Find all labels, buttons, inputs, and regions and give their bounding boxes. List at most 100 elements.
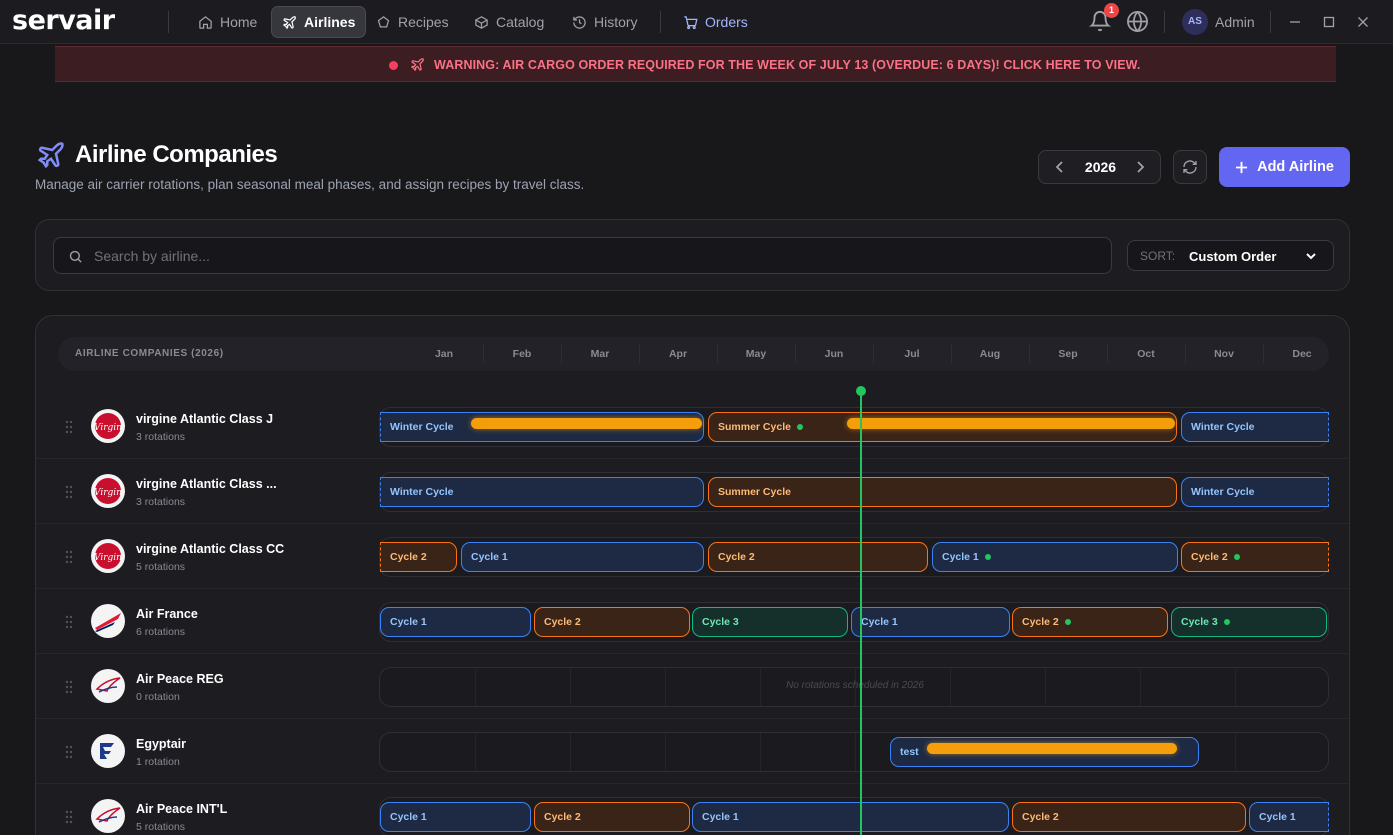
rotation-segment[interactable]: Winter Cycle bbox=[1181, 477, 1329, 507]
airline-row[interactable]: Air France 6 rotations Cycle 1 Cycle 2 C… bbox=[36, 589, 1349, 654]
plane-icon bbox=[282, 15, 296, 29]
rotation-segment[interactable]: Cycle 1 bbox=[1249, 802, 1329, 832]
airpeace-logo bbox=[91, 799, 125, 833]
rotation-segment[interactable]: Winter Cycle bbox=[380, 477, 704, 507]
home-icon bbox=[199, 15, 212, 29]
rotation-count: 5 rotations bbox=[136, 821, 186, 833]
month-divider bbox=[1029, 345, 1030, 363]
rotation-segment[interactable]: Cycle 1 bbox=[380, 607, 531, 637]
rotation-track: test bbox=[379, 732, 1329, 772]
add-airline-button[interactable]: Add Airline bbox=[1219, 147, 1350, 187]
airline-name[interactable]: Air Peace INT'L bbox=[136, 802, 227, 816]
segment-label: Cycle 3 bbox=[702, 616, 739, 628]
nav-recipes-label: Recipes bbox=[398, 14, 449, 30]
airline-name[interactable]: Air Peace REG bbox=[136, 672, 224, 686]
active-dot bbox=[1223, 619, 1230, 625]
segment-label: Cycle 1 bbox=[390, 811, 427, 823]
globe-icon[interactable] bbox=[1126, 10, 1149, 33]
drag-handle-icon[interactable] bbox=[65, 485, 73, 499]
month-divider bbox=[873, 345, 874, 363]
virgin-logo: Virgin bbox=[91, 539, 125, 573]
rotation-segment[interactable]: Cycle 1 bbox=[851, 607, 1010, 637]
airline-name[interactable]: Air France bbox=[136, 607, 198, 621]
segment-label: Winter Cycle bbox=[390, 421, 454, 433]
rotation-track: No rotations scheduled in 2026 bbox=[379, 667, 1329, 707]
rotation-segment[interactable]: Cycle 2 bbox=[1012, 802, 1246, 832]
chevron-right-icon[interactable] bbox=[1133, 159, 1147, 175]
drag-handle-icon[interactable] bbox=[65, 420, 73, 434]
rotation-segment[interactable]: Cycle 2 bbox=[708, 542, 928, 572]
airline-name[interactable]: virgine Atlantic Class CC bbox=[136, 542, 284, 556]
avatar[interactable]: AS bbox=[1182, 9, 1208, 35]
nav-home[interactable]: Home bbox=[188, 6, 267, 38]
divider bbox=[1270, 11, 1271, 33]
timeline-header: AIRLINE COMPANIES (2026) Jan Feb Mar Apr May… bbox=[58, 337, 1329, 371]
virgin-logo: Virgin bbox=[91, 474, 125, 508]
segment-label: Cycle 3 bbox=[1181, 616, 1218, 628]
progress-bar bbox=[847, 418, 1175, 429]
segment-label: Cycle 2 bbox=[1191, 551, 1228, 563]
airline-name[interactable]: Egyptair bbox=[136, 737, 186, 751]
nav-recipes[interactable]: Recipes bbox=[366, 6, 459, 38]
airline-row[interactable]: Air Peace INT'L 5 rotations Cycle 1 Cycl… bbox=[36, 784, 1349, 835]
drag-handle-icon[interactable] bbox=[65, 550, 73, 564]
rotation-count: 5 rotations bbox=[136, 561, 186, 573]
airline-row[interactable]: Virgin virgine Atlantic Class CC 5 rotat… bbox=[36, 524, 1349, 589]
nav-airlines[interactable]: Airlines bbox=[271, 6, 367, 38]
airline-row[interactable]: Virgin virgine Atlantic Class J 3 rotati… bbox=[36, 394, 1349, 459]
rotation-segment[interactable]: Summer Cycle bbox=[708, 477, 1177, 507]
month-label: Jul bbox=[904, 348, 920, 360]
month-label: May bbox=[745, 348, 767, 360]
airline-row[interactable]: Air Peace REG 0 rotation No rotations sc… bbox=[36, 654, 1349, 719]
empty-rotations-text: No rotations scheduled in 2026 bbox=[786, 680, 924, 691]
nav-history[interactable]: History bbox=[562, 6, 648, 38]
warning-banner[interactable]: WARNING: AIR CARGO ORDER REQUIRED FOR TH… bbox=[55, 46, 1336, 82]
airline-row[interactable]: Egyptair 1 rotation test bbox=[36, 719, 1349, 784]
month-label: Aug bbox=[979, 348, 1001, 360]
rotation-segment[interactable]: Cycle 3 bbox=[692, 607, 848, 637]
airline-timeline-card: AIRLINE COMPANIES (2026) Jan Feb Mar Apr May… bbox=[35, 315, 1350, 835]
user-name[interactable]: Admin bbox=[1215, 14, 1255, 30]
rotation-segment[interactable]: Cycle 1 bbox=[461, 542, 704, 572]
rotation-segment[interactable]: Cycle 1 bbox=[932, 542, 1178, 572]
maximize-icon[interactable] bbox=[1320, 13, 1338, 31]
rotation-segment[interactable]: Cycle 1 bbox=[380, 802, 531, 832]
refresh-button[interactable] bbox=[1173, 150, 1207, 184]
rotation-count: 3 rotations bbox=[136, 496, 186, 508]
nav-catalog[interactable]: Catalog bbox=[464, 6, 554, 38]
sort-select[interactable]: SORT: Custom Order bbox=[1127, 240, 1334, 271]
rotation-segment[interactable]: Cycle 2 bbox=[380, 542, 457, 572]
rotation-segment[interactable]: Cycle 3 bbox=[1171, 607, 1327, 637]
nav-orders[interactable]: Orders bbox=[673, 6, 758, 38]
rotation-count: 1 rotation bbox=[136, 756, 180, 768]
segment-label: Winter Cycle bbox=[390, 486, 454, 498]
rotation-segment[interactable]: Cycle 2 bbox=[534, 607, 690, 637]
month-label: Jan bbox=[434, 348, 454, 360]
history-icon bbox=[573, 15, 586, 29]
rotation-segment[interactable]: Cycle 1 bbox=[692, 802, 1009, 832]
close-icon[interactable] bbox=[1354, 13, 1372, 31]
search-input[interactable] bbox=[94, 238, 1094, 273]
rotation-count: 3 rotations bbox=[136, 431, 186, 443]
page-title: Airline Companies bbox=[75, 141, 278, 168]
year-selector: 2026 bbox=[1038, 150, 1161, 184]
airline-name[interactable]: virgine Atlantic Class ... bbox=[136, 477, 277, 491]
drag-handle-icon[interactable] bbox=[65, 680, 73, 694]
app-logo[interactable]: servair bbox=[12, 5, 115, 36]
airline-name[interactable]: virgine Atlantic Class J bbox=[136, 412, 273, 426]
notification-badge: 1 bbox=[1104, 3, 1119, 18]
drag-handle-icon[interactable] bbox=[65, 745, 73, 759]
plus-icon bbox=[1236, 161, 1248, 173]
rotation-segment[interactable]: Cycle 2 bbox=[1012, 607, 1168, 637]
airline-row[interactable]: Virgin virgine Atlantic Class ... 3 rota… bbox=[36, 459, 1349, 524]
rotation-segment[interactable]: Winter Cycle bbox=[1181, 412, 1329, 442]
segment-label: Cycle 1 bbox=[702, 811, 739, 823]
rotation-segment[interactable]: Cycle 2 bbox=[1181, 542, 1329, 572]
drag-handle-icon[interactable] bbox=[65, 810, 73, 824]
nav-catalog-label: Catalog bbox=[496, 14, 545, 30]
drag-handle-icon[interactable] bbox=[65, 615, 73, 629]
segment-label: Summer Cycle bbox=[718, 421, 791, 433]
divider bbox=[1164, 11, 1165, 33]
rotation-segment[interactable]: Cycle 2 bbox=[534, 802, 690, 832]
minimize-icon[interactable] bbox=[1286, 13, 1304, 31]
